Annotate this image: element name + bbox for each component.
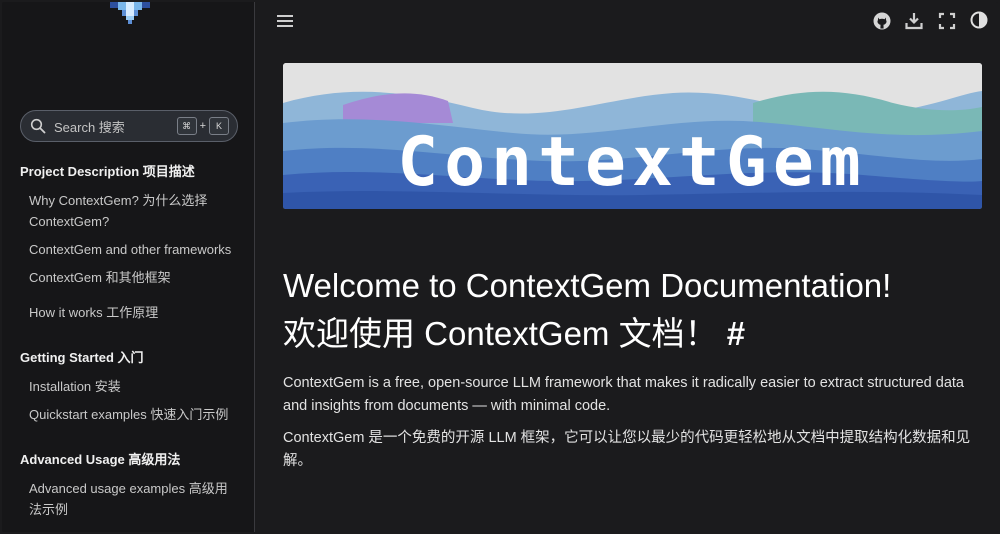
intro-paragraph-en: ContextGem is a free, open-source LLM fr…	[283, 375, 964, 414]
nav-link-other-frameworks-zh[interactable]: ContextGem 和其他框架	[29, 267, 239, 288]
nav-link-advanced-examples[interactable]: Advanced usage examples 高级用法示例	[29, 478, 234, 520]
search-button[interactable]: Search 搜索 ⌘ + K	[20, 110, 238, 142]
nav-link-other-frameworks[interactable]: ContextGem and other frameworks	[29, 239, 239, 260]
app-window: Search 搜索 ⌘ + K Project Description 项目描述…	[2, 2, 998, 532]
search-shortcut: ⌘ + K	[176, 117, 229, 135]
nav-link-quickstart[interactable]: Quickstart examples 快速入门示例	[29, 404, 239, 425]
intro-paragraph-zh: ContextGem 是一个免费的开源 LLM 框架，它可以让您以最少的代码更轻…	[283, 430, 971, 469]
search-placeholder: Search 搜索	[54, 119, 125, 135]
banner-waves: ContextGem	[283, 63, 982, 209]
heading-anchor-link[interactable]: #	[727, 315, 745, 352]
nav-link-how-it-works[interactable]: How it works 工作原理	[29, 302, 239, 323]
nav-link-why-contextgem[interactable]: Why ContextGem? 为什么选择 ContextGem?	[29, 190, 239, 232]
download-icon[interactable]	[904, 11, 924, 31]
k-key: K	[209, 117, 229, 135]
nav-link-installation[interactable]: Installation 安装	[29, 376, 239, 397]
sidebar: Search 搜索 ⌘ + K Project Description 项目描述…	[2, 2, 255, 532]
search-icon	[30, 118, 46, 134]
nav-caption-getting-started: Getting Started 入门	[20, 350, 144, 365]
theme-toggle-icon[interactable]	[969, 10, 989, 30]
github-icon[interactable]	[872, 11, 892, 31]
command-key: ⌘	[176, 117, 197, 135]
page-title-line1: Welcome to ContextGem Documentation!	[283, 267, 892, 304]
page-title-line2: 欢迎使用 ContextGem 文档！	[283, 315, 718, 352]
shortcut-plus: +	[199, 120, 206, 132]
banner-title: ContextGem	[397, 123, 866, 202]
menu-icon[interactable]	[275, 11, 295, 31]
nav-caption-project-description: Project Description 项目描述	[20, 164, 195, 179]
logo-icon[interactable]	[102, 2, 158, 24]
nav-caption-advanced-usage: Advanced Usage 高级用法	[20, 452, 181, 467]
banner-image: ContextGem	[283, 63, 982, 209]
fullscreen-icon[interactable]	[937, 11, 957, 31]
page-title: Welcome to ContextGem Documentation! 欢迎使…	[283, 262, 983, 358]
